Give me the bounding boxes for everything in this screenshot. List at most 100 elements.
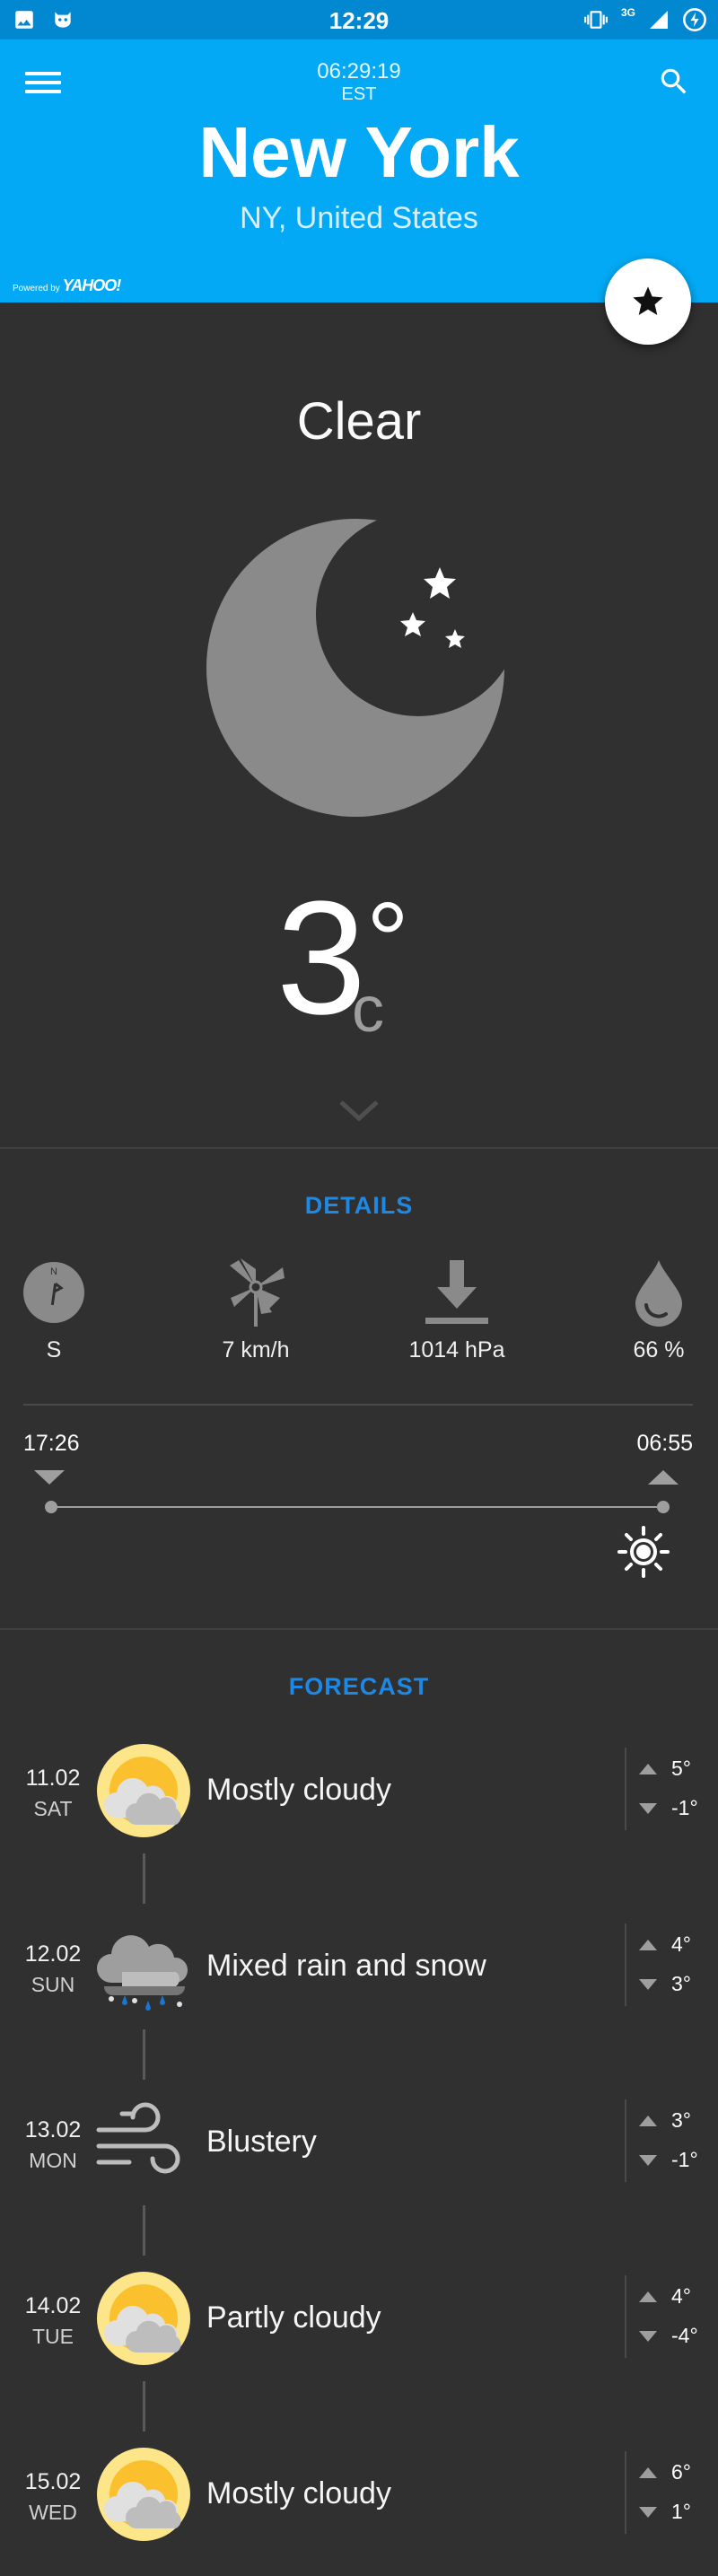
forecast-date-value: 15.02 — [24, 2469, 82, 2494]
location-header: 06:29:19 EST New York NY, United States … — [0, 39, 718, 302]
battery-charging-icon — [683, 8, 706, 31]
pressure-value: 1014 hPa — [408, 1337, 505, 1362]
sun-cloud-icon — [97, 1744, 190, 1837]
forecast-row: 14.02 TUE Partly cloudy 4° -4° — [0, 2265, 718, 2372]
water-drop-icon — [635, 1260, 682, 1327]
high-arrow-icon — [639, 2115, 657, 2126]
details-divider — [23, 1404, 693, 1406]
forecast-day: SAT — [33, 1797, 73, 1820]
high-arrow-icon — [639, 2291, 657, 2302]
forecast-high: 4° — [671, 2284, 691, 2308]
city-name: New York — [198, 112, 520, 192]
current-condition: Clear — [296, 392, 422, 451]
forecast-date: 12.02 SUN — [23, 1941, 83, 1997]
forecast-high: 6° — [671, 2460, 691, 2484]
forecast-row: 15.02 WED Mostly cloudy 6° 1° — [0, 2440, 718, 2548]
sunset-arrow-icon — [34, 1470, 65, 1485]
forecast-condition: Mostly cloudy — [206, 1773, 391, 1807]
rain-snow-icon — [97, 1935, 188, 2011]
compass-icon: N — [23, 1262, 84, 1323]
forecast-condition: Blustery — [206, 2125, 317, 2159]
temperature-unit: c — [352, 974, 385, 1046]
low-arrow-icon — [639, 1978, 657, 1990]
search-icon — [661, 68, 687, 94]
low-arrow-icon — [639, 2506, 657, 2518]
sunrise-time: 06:55 — [636, 1431, 693, 1456]
timezone-label: EST — [341, 84, 377, 104]
forecast-temps: 5° -1° — [625, 1748, 707, 1830]
forecast-high: 4° — [671, 1932, 691, 1956]
forecast-date: 15.02 WED — [23, 2469, 83, 2525]
sun-icon — [617, 1526, 670, 1578]
low-arrow-icon — [639, 2154, 657, 2166]
forecast-temps: 6° 1° — [625, 2451, 707, 2534]
low-arrow-icon — [639, 2330, 657, 2342]
star-icon — [633, 286, 663, 315]
forecast-date-value: 12.02 — [24, 1941, 82, 1967]
high-arrow-icon — [639, 1763, 657, 1774]
forecast-day: WED — [29, 2501, 77, 2524]
forecast-row: 11.02 SAT Mostly cloudy 5° -1° — [0, 1737, 718, 1844]
humidity: 66 % — [587, 1257, 718, 1363]
low-arrow-icon — [639, 1802, 657, 1814]
wind-speed-value: 7 km/h — [222, 1337, 290, 1362]
local-time: 06:29:19 — [317, 59, 401, 83]
sun-cloud-icon — [97, 2272, 190, 2365]
chevron-down-icon — [339, 1100, 379, 1122]
forecast-row: 12.02 SUN Mixed rain and snow 4° 3° — [0, 1913, 718, 2020]
timeline-connector — [143, 1853, 145, 1904]
humidity-value: 66 % — [633, 1337, 685, 1362]
pinwheel-icon — [230, 1258, 285, 1327]
forecast-low: 1° — [671, 2500, 691, 2523]
forecast-low: -1° — [671, 1796, 698, 1819]
compass-north-label: N — [50, 1266, 57, 1277]
details-title: DETAILS — [304, 1192, 414, 1219]
sun-cloud-icon — [97, 2448, 190, 2541]
yahoo-attribution: Powered by YAHOO! — [13, 276, 122, 295]
forecast-date-value: 13.02 — [24, 2117, 82, 2142]
forecast-temps: 4° 3° — [625, 1923, 707, 2006]
forecast-day: SUN — [31, 1973, 75, 1996]
wind-icon — [96, 2102, 180, 2174]
forecast-temps: 4° -4° — [625, 2275, 707, 2358]
forecast-date: 14.02 TUE — [23, 2293, 83, 2349]
forecast-high: 3° — [671, 2108, 691, 2132]
forecast-low: -1° — [671, 2148, 698, 2171]
high-arrow-icon — [639, 2466, 657, 2478]
pressure: 1014 hPa — [385, 1257, 529, 1363]
section-divider — [0, 1147, 718, 1149]
sunset-marker — [45, 1501, 57, 1513]
wind-speed: 7 km/h — [184, 1257, 328, 1363]
wind-direction-value: S — [46, 1337, 62, 1362]
forecast-title: FORECAST — [288, 1673, 430, 1700]
timeline-connector — [143, 2029, 145, 2080]
favorite-button[interactable] — [605, 258, 691, 345]
expand-button[interactable] — [337, 1097, 381, 1128]
clear-night-moon-icon — [206, 519, 504, 817]
forecast-row: 13.02 MON Blustery 3° -1° — [0, 2089, 718, 2196]
forecast-date-value: 14.02 — [24, 2293, 82, 2318]
forecast-condition: Partly cloudy — [206, 2300, 381, 2335]
signal-icon — [650, 11, 668, 29]
daylight-track — [45, 1501, 670, 1513]
forecast-high: 5° — [671, 1757, 691, 1780]
forecast-low: -4° — [671, 2324, 698, 2347]
forecast-temps: 3° -1° — [625, 2099, 707, 2182]
high-arrow-icon — [639, 1939, 657, 1950]
timeline-connector — [143, 2381, 145, 2431]
forecast-date-value: 11.02 — [25, 1766, 81, 1791]
forecast-day: MON — [29, 2149, 77, 2172]
wind-direction: N S — [0, 1257, 126, 1363]
forecast-low: 3° — [671, 1972, 691, 1995]
forecast-condition: Mostly cloudy — [206, 2476, 391, 2510]
network-type: 3G — [620, 6, 635, 19]
yahoo-logo: YAHOO! — [62, 276, 122, 294]
search-button[interactable] — [657, 65, 691, 103]
region-name: NY, United States — [240, 201, 478, 235]
forecast-day: TUE — [32, 2325, 74, 2348]
forecast-date: 13.02 MON — [23, 2117, 83, 2173]
pressure-download-icon — [425, 1260, 488, 1324]
current-temperature: 3°c — [0, 878, 718, 1043]
sunset-time: 17:26 — [23, 1431, 80, 1456]
sunrise-arrow-icon — [648, 1470, 679, 1485]
